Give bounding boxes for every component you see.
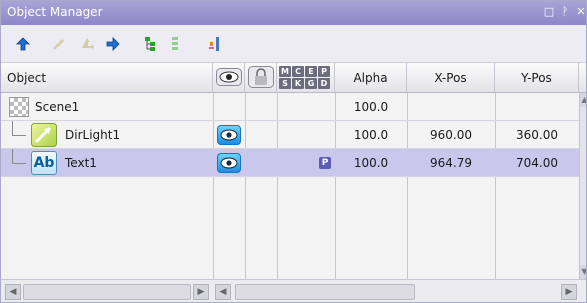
flag-m: M [279, 66, 291, 77]
table-row[interactable]: DirLight1 100.0 960.00 360.00 [1, 121, 579, 149]
tree-connector [12, 135, 26, 136]
close-button[interactable]: ✕ [575, 5, 586, 18]
row-alpha: 100.0 [353, 156, 389, 170]
tree-expand-icon[interactable] [143, 36, 159, 52]
lock-icon [247, 65, 274, 91]
table-row[interactable]: Ab Text1 P 100.0 964.79 704.00 [1, 149, 579, 177]
text-object-icon-label: Ab [33, 155, 55, 171]
flag-p: P [318, 66, 330, 77]
row-name: Text1 [65, 156, 97, 170]
column-header: Object M C E P S K G D Alpha X-Pos Y-Pos [1, 63, 586, 93]
restore-button[interactable]: □ [543, 5, 555, 18]
pin-button[interactable]: ᚹ [559, 5, 571, 18]
text-object-icon: Ab [31, 151, 57, 175]
row-flag-p[interactable]: P [315, 149, 335, 177]
tree-connector [12, 121, 13, 135]
object-manager-window: Object Manager □ ᚹ ✕ Object M C E P S K … [0, 0, 587, 303]
flag-s: S [279, 78, 291, 89]
row-visibility[interactable] [213, 149, 245, 177]
p-badge: P [319, 157, 331, 169]
horizontal-scrollbar-area: ◀ ▶ ◀ ▶ [1, 279, 586, 302]
row-alpha: 100.0 [353, 100, 389, 114]
eye-icon [217, 125, 241, 145]
column-ypos-label: Y-Pos [521, 71, 552, 85]
column-lock[interactable] [245, 63, 277, 93]
column-xpos-label: X-Pos [434, 71, 467, 85]
tree-collapse-icon[interactable] [169, 36, 185, 52]
row-xpos [407, 93, 495, 121]
eye-icon [217, 153, 241, 173]
scroll-down-icon[interactable]: ▼ [580, 265, 586, 279]
scene-checker-icon [9, 97, 29, 117]
directional-light-icon [31, 123, 57, 147]
row-name: DirLight1 [65, 128, 121, 142]
scroll-right-icon[interactable]: ▶ [561, 284, 577, 300]
flag-grid: M C E P S K G D [279, 66, 333, 90]
scroll-up-icon[interactable]: ▲ [580, 93, 586, 107]
column-ypos[interactable]: Y-Pos [495, 63, 579, 93]
column-xpos[interactable]: X-Pos [407, 63, 495, 93]
flag-c: C [292, 66, 304, 77]
edit-disabled-icon[interactable] [51, 36, 67, 52]
left-scroll-track[interactable] [23, 284, 191, 300]
row-ypos: 360.00 [516, 128, 558, 142]
row-visibility[interactable] [213, 121, 245, 149]
tree-connector [12, 163, 26, 164]
title-bar: Object Manager □ ᚹ ✕ [1, 1, 586, 25]
flag-d: D [318, 78, 330, 89]
row-name: Scene1 [35, 100, 80, 114]
row-ypos: 704.00 [516, 156, 558, 170]
toolbar [1, 25, 586, 63]
column-visibility[interactable] [213, 63, 245, 93]
arrow-right-icon[interactable] [105, 36, 121, 52]
arrow-up-icon[interactable] [15, 36, 31, 52]
row-ypos [495, 93, 579, 121]
flag-g: G [305, 78, 317, 89]
right-scroll-thumb[interactable] [235, 284, 415, 300]
flag-e: E [305, 66, 317, 77]
table-row[interactable]: Scene1 100.0 [1, 93, 579, 121]
column-alpha[interactable]: Alpha [335, 63, 407, 93]
eye-icon [215, 67, 242, 89]
column-object[interactable]: Object [1, 63, 213, 93]
sort-icon[interactable] [207, 36, 223, 52]
scroll-right-icon[interactable]: ▶ [193, 284, 209, 300]
scroll-left-icon[interactable]: ◀ [5, 284, 21, 300]
flag-k: K [292, 78, 304, 89]
column-flags[interactable]: M C E P S K G D [277, 63, 335, 93]
row-xpos: 960.00 [430, 128, 472, 142]
window-title: Object Manager [7, 5, 103, 19]
object-grid: Scene1 100.0 DirLight1 100.0 960.00 360.… [1, 93, 579, 279]
tree-connector [12, 149, 13, 163]
column-object-label: Object [7, 71, 47, 85]
vertical-scrollbar[interactable]: ▲ ▼ [579, 93, 586, 279]
row-xpos: 964.79 [430, 156, 472, 170]
move-disabled-icon[interactable] [79, 36, 95, 52]
scroll-left-icon[interactable]: ◀ [215, 284, 231, 300]
row-alpha: 100.0 [353, 128, 389, 142]
column-alpha-label: Alpha [353, 71, 388, 85]
